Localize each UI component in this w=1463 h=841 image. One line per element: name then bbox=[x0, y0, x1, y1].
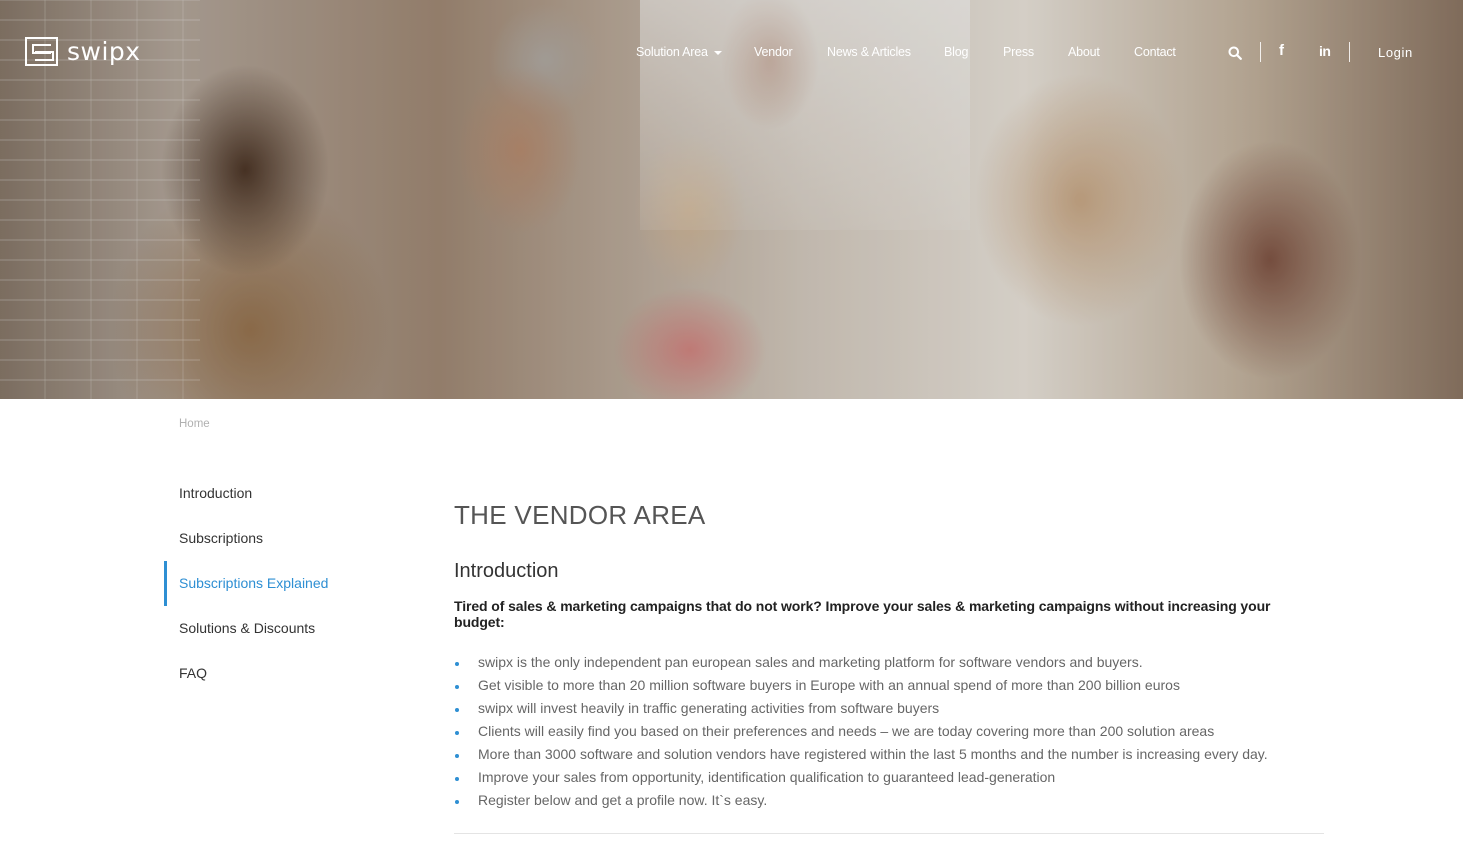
nav-divider bbox=[1349, 42, 1350, 62]
feature-list: swipx is the only independent pan europe… bbox=[454, 651, 1324, 812]
nav-item-solution-area[interactable]: Solution Area bbox=[636, 45, 722, 59]
search-icon[interactable] bbox=[1228, 46, 1242, 60]
nav-item-blog[interactable]: Blog bbox=[944, 45, 968, 59]
nav-item-about[interactable]: About bbox=[1068, 45, 1100, 59]
nav-item-contact[interactable]: Contact bbox=[1134, 45, 1176, 59]
list-item: More than 3000 software and solution ven… bbox=[454, 743, 1324, 766]
main-nav: Solution Area Vendor News & Articles Blo… bbox=[0, 45, 1463, 61]
main-content: THE VENDOR AREA Introduction Tired of sa… bbox=[454, 500, 1324, 812]
sidebar-item-solutions-discounts[interactable]: Solutions & Discounts bbox=[164, 606, 424, 651]
nav-item-press[interactable]: Press bbox=[1003, 45, 1034, 59]
nav-item-vendor[interactable]: Vendor bbox=[754, 45, 793, 59]
list-item: Register below and get a profile now. It… bbox=[454, 789, 1324, 812]
breadcrumb: Home bbox=[179, 418, 210, 430]
list-item: swipx will invest heavily in traffic gen… bbox=[454, 697, 1324, 720]
chevron-down-icon bbox=[713, 50, 722, 55]
lead-text: Tired of sales & marketing campaigns tha… bbox=[454, 598, 1271, 630]
sidebar-item-subscriptions[interactable]: Subscriptions bbox=[164, 516, 424, 561]
facebook-icon[interactable]: f bbox=[1279, 42, 1284, 59]
login-link[interactable]: Login bbox=[1378, 45, 1413, 60]
list-item: Improve your sales from opportunity, ide… bbox=[454, 766, 1324, 789]
list-item: Get visible to more than 20 million soft… bbox=[454, 674, 1324, 697]
page-title: THE VENDOR AREA bbox=[454, 500, 706, 530]
list-item: Clients will easily find you based on th… bbox=[454, 720, 1324, 743]
sidebar-item-introduction[interactable]: Introduction bbox=[164, 471, 424, 516]
sidebar-item-faq[interactable]: FAQ bbox=[164, 651, 424, 696]
section-divider bbox=[454, 833, 1324, 834]
breadcrumb-home[interactable]: Home bbox=[179, 418, 210, 430]
sidebar-item-subscriptions-explained[interactable]: Subscriptions Explained bbox=[164, 561, 424, 606]
section-title: Introduction bbox=[454, 560, 559, 582]
sidebar: Introduction Subscriptions Subscriptions… bbox=[164, 471, 424, 696]
nav-divider bbox=[1260, 42, 1261, 62]
linkedin-icon[interactable]: in bbox=[1319, 43, 1331, 59]
list-item: swipx is the only independent pan europe… bbox=[454, 651, 1324, 674]
nav-item-news-articles[interactable]: News & Articles bbox=[827, 45, 911, 59]
nav-item-label: Solution Area bbox=[636, 45, 708, 59]
